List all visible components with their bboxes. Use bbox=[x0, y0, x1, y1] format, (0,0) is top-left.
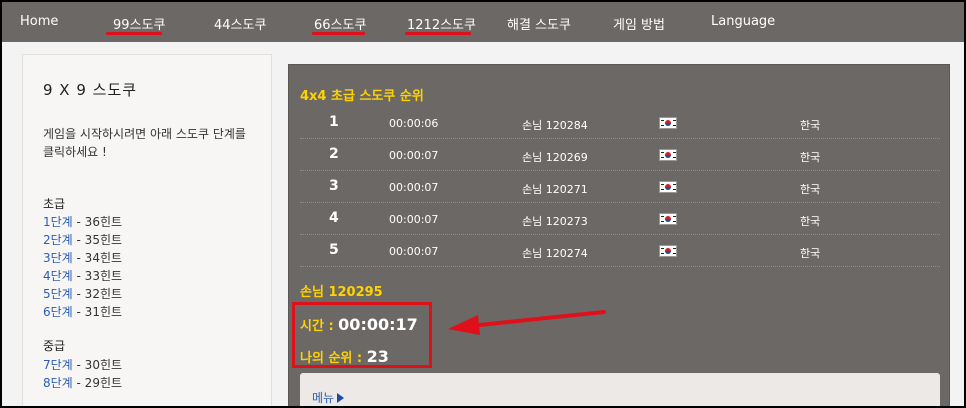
table-row: 5 00:00:07 손님 120274 한국 bbox=[300, 235, 940, 267]
table-row: 2 00:00:07 손님 120269 한국 bbox=[300, 139, 940, 171]
nav-44sudoku[interactable]: 44스도쿠 bbox=[214, 14, 266, 33]
nav-1212sudoku[interactable]: 1212스도쿠 bbox=[407, 14, 476, 33]
rank-time: 00:00:07 bbox=[389, 245, 439, 258]
rank-number: 5 bbox=[329, 242, 339, 258]
rank-number: 2 bbox=[329, 146, 339, 162]
annotation-underline-66 bbox=[312, 32, 365, 35]
level-hint: - 29힌트 bbox=[72, 376, 123, 390]
rank-time: 00:00:07 bbox=[389, 213, 439, 226]
level-hint: - 30힌트 bbox=[72, 358, 123, 372]
my-player-name: 손님 120295 bbox=[300, 285, 383, 300]
table-row: 4 00:00:07 손님 120273 한국 bbox=[300, 203, 940, 235]
sidebar-title: 9 X 9 스도쿠 bbox=[43, 81, 138, 99]
sidebar: 9 X 9 스도쿠 게임을 시작하시려면 아래 스도쿠 단계를 클릭하세요 ! … bbox=[22, 54, 272, 406]
level-link[interactable]: 7단계 bbox=[43, 358, 73, 372]
ranking-title: 4x4 초급 스도쿠 순위 bbox=[300, 89, 424, 104]
level-hint: - 34힌트 bbox=[72, 251, 123, 265]
rank-player: 손님 120271 bbox=[522, 183, 588, 196]
rank-country: 한국 bbox=[800, 247, 821, 260]
rank-player: 손님 120284 bbox=[522, 119, 588, 132]
rank-country: 한국 bbox=[800, 119, 821, 132]
rank-player: 손님 120273 bbox=[522, 215, 588, 228]
rank-number: 3 bbox=[329, 178, 339, 194]
table-row: 3 00:00:07 손님 120271 한국 bbox=[300, 171, 940, 203]
annotation-arrow-icon bbox=[448, 310, 606, 335]
level-hint: - 31힌트 bbox=[72, 305, 123, 319]
level-item[interactable]: 6단계 - 31힌트 bbox=[43, 303, 122, 320]
nav-home[interactable]: Home bbox=[20, 14, 58, 29]
level-link[interactable]: 1단계 bbox=[43, 215, 73, 229]
nav-how-to-play[interactable]: 게임 방법 bbox=[613, 14, 665, 33]
browser-frame: Home 99스도쿠 44스도쿠 66스도쿠 1212스도쿠 해결 스도쿠 게임… bbox=[0, 0, 966, 408]
level-item[interactable]: 8단계 - 29힌트 bbox=[43, 374, 122, 391]
top-nav: Home 99스도쿠 44스도쿠 66스도쿠 1212스도쿠 해결 스도쿠 게임… bbox=[2, 2, 964, 42]
rank-country: 한국 bbox=[800, 215, 821, 228]
annotation-highlight-box bbox=[292, 302, 432, 368]
level-link[interactable]: 8단계 bbox=[43, 376, 73, 390]
level-item[interactable]: 4단계 - 33힌트 bbox=[43, 267, 122, 284]
menu-label: 메뉴 bbox=[312, 391, 335, 405]
level-link[interactable]: 6단계 bbox=[43, 305, 73, 319]
menu-button[interactable]: 메뉴 bbox=[312, 389, 345, 406]
level-hint: - 35힌트 bbox=[72, 233, 123, 247]
level-hint: - 33힌트 bbox=[72, 269, 123, 283]
group-label-beginner: 초급 bbox=[43, 197, 66, 211]
rank-country: 한국 bbox=[800, 151, 821, 164]
rank-time: 00:00:06 bbox=[389, 117, 439, 130]
annotation-underline-99 bbox=[106, 32, 162, 35]
sidebar-description: 게임을 시작하시려면 아래 스도쿠 단계를 클릭하세요 ! bbox=[43, 127, 246, 159]
korea-flag-icon bbox=[659, 181, 677, 193]
nav-99sudoku[interactable]: 99스도쿠 bbox=[113, 14, 165, 33]
rank-time: 00:00:07 bbox=[389, 149, 439, 162]
rank-country: 한국 bbox=[800, 183, 821, 196]
level-item[interactable]: 3단계 - 34힌트 bbox=[43, 249, 122, 266]
rank-time: 00:00:07 bbox=[389, 181, 439, 194]
level-item[interactable]: 5단계 - 32힌트 bbox=[43, 285, 122, 302]
level-hint: - 32힌트 bbox=[72, 287, 123, 301]
menu-box: 메뉴 bbox=[300, 373, 940, 406]
level-item[interactable]: 1단계 - 36힌트 bbox=[43, 213, 122, 230]
korea-flag-icon bbox=[659, 245, 677, 257]
level-link[interactable]: 4단계 bbox=[43, 269, 73, 283]
rank-player: 손님 120274 bbox=[522, 247, 588, 260]
rank-number: 4 bbox=[329, 210, 339, 226]
korea-flag-icon bbox=[659, 149, 677, 161]
level-link[interactable]: 5단계 bbox=[43, 287, 73, 301]
level-hint: - 36힌트 bbox=[72, 215, 123, 229]
nav-66sudoku[interactable]: 66스도쿠 bbox=[314, 14, 366, 33]
level-link[interactable]: 2단계 bbox=[43, 233, 73, 247]
level-item[interactable]: 2단계 - 35힌트 bbox=[43, 231, 122, 248]
nav-language[interactable]: Language bbox=[711, 14, 775, 29]
triangle-right-icon bbox=[337, 393, 345, 403]
nav-solve-sudoku[interactable]: 해결 스도쿠 bbox=[507, 14, 571, 33]
annotation-underline-1212 bbox=[405, 32, 471, 35]
level-link[interactable]: 3단계 bbox=[43, 251, 73, 265]
rank-number: 1 bbox=[329, 114, 339, 130]
level-item[interactable]: 7단계 - 30힌트 bbox=[43, 356, 122, 373]
rank-player: 손님 120269 bbox=[522, 151, 588, 164]
group-label-intermediate: 중급 bbox=[43, 339, 66, 353]
korea-flag-icon bbox=[659, 213, 677, 225]
korea-flag-icon bbox=[659, 117, 677, 129]
table-row: 1 00:00:06 손님 120284 한국 bbox=[300, 107, 940, 139]
